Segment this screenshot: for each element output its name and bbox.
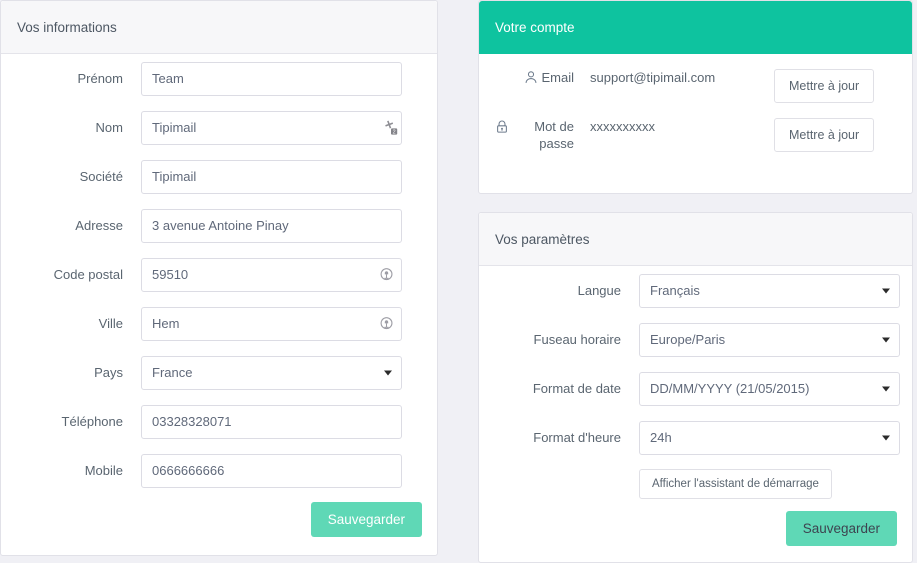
update-email-button[interactable]: Mettre à jour [774, 69, 875, 103]
chevron-down-icon [882, 288, 890, 293]
format-heure-select[interactable]: 24h [639, 420, 900, 455]
account-email-value: support@tipimail.com [590, 70, 716, 85]
update-password-button[interactable]: Mettre à jour [774, 118, 875, 152]
account-body: Email support@tipimail.com Mettre à jour [479, 54, 912, 152]
label-ville: Ville [98, 316, 123, 331]
langue-select-value[interactable]: Français [639, 273, 900, 308]
code-postal-input[interactable] [141, 257, 402, 292]
label-telephone: Téléphone [61, 414, 123, 429]
field-wrap-ville [141, 306, 402, 341]
chevron-down-icon [882, 337, 890, 342]
fuseau-horaire-select-value[interactable]: Europe/Paris [639, 322, 900, 357]
account-row-password: Mot de passe xxxxxxxxxx Mettre à jour [479, 103, 912, 152]
pays-select[interactable]: France [141, 355, 402, 390]
field-row-mobile: Mobile [1, 446, 437, 495]
settings-panel: Vos paramètres Langue Français Fuseau ho… [478, 212, 913, 563]
location-pin-icon[interactable] [378, 315, 395, 332]
field-row-code-postal: Code postal [1, 250, 437, 299]
label-prenom: Prénom [77, 71, 123, 86]
account-row-email: Email support@tipimail.com Mettre à jour [479, 54, 912, 103]
label-format-date: Format de date [532, 381, 621, 396]
location-pin-icon[interactable] [378, 266, 395, 283]
field-row-wizard: Afficher l'assistant de démarrage [479, 462, 912, 506]
societe-input[interactable] [141, 159, 402, 194]
field-wrap-telephone [141, 404, 402, 439]
save-settings-button[interactable]: Sauvegarder [785, 511, 897, 546]
label-fuseau-horaire: Fuseau horaire [533, 332, 621, 347]
field-row-prenom: Prénom [1, 54, 437, 103]
show-startup-wizard-button[interactable]: Afficher l'assistant de démarrage [639, 469, 832, 499]
field-row-format-heure: Format d'heure 24h [479, 413, 912, 462]
mobile-input[interactable] [141, 453, 402, 488]
field-row-fuseau-horaire: Fuseau horaire Europe/Paris [479, 315, 912, 364]
personal-information-panel: Vos informations Prénom Nom [0, 0, 438, 556]
format-date-select-value[interactable]: DD/MM/YYYY (21/05/2015) [639, 371, 900, 406]
label-code-postal: Code postal [53, 267, 123, 282]
field-row-nom: Nom 2 [1, 103, 437, 152]
account-label-password: Mot de passe [479, 118, 584, 152]
user-icon [526, 71, 537, 83]
field-row-langue: Langue Français [479, 266, 912, 315]
ville-input[interactable] [141, 306, 402, 341]
chevron-down-icon [882, 386, 890, 391]
field-wrap-societe [141, 159, 402, 194]
langue-select[interactable]: Français [639, 273, 900, 308]
format-heure-select-value[interactable]: 24h [639, 420, 900, 455]
label-pays: Pays [94, 365, 123, 380]
account-label-email: Email [479, 69, 584, 86]
svg-text:2: 2 [393, 129, 396, 135]
account-password-action: Mettre à jour [774, 118, 875, 152]
field-wrap-code-postal [141, 257, 402, 292]
settings-title: Vos paramètres [495, 231, 590, 247]
personal-information-body: Prénom Nom 2 [1, 54, 437, 537]
personal-information-actions: Sauvegarder [1, 502, 437, 537]
settings-page: Vos informations Prénom Nom [0, 0, 917, 563]
field-row-telephone: Téléphone [1, 397, 437, 446]
chevron-down-icon [384, 370, 392, 375]
nom-input[interactable] [141, 110, 402, 145]
settings-body: Langue Français Fuseau horaire Europe/Pa… [479, 266, 912, 546]
lock-icon [497, 120, 507, 133]
account-title: Votre compte [495, 19, 575, 35]
field-wrap-nom: 2 [141, 110, 402, 145]
account-panel: Votre compte Email support@tipimail.com … [478, 0, 913, 194]
personal-information-title: Vos informations [17, 19, 117, 35]
text-cursor-icon: 2 [385, 120, 398, 135]
label-adresse: Adresse [75, 218, 123, 233]
label-format-heure: Format d'heure [533, 430, 621, 445]
field-row-format-date: Format de date DD/MM/YYYY (21/05/2015) [479, 364, 912, 413]
format-date-select[interactable]: DD/MM/YYYY (21/05/2015) [639, 371, 900, 406]
telephone-input[interactable] [141, 404, 402, 439]
account-password-value: xxxxxxxxxx [590, 119, 655, 134]
account-header: Votre compte [479, 1, 912, 54]
field-row-adresse: Adresse [1, 201, 437, 250]
settings-actions: Sauvegarder [479, 511, 912, 546]
label-langue: Langue [577, 283, 621, 298]
account-email-action: Mettre à jour [774, 69, 875, 103]
personal-information-header: Vos informations [1, 1, 437, 54]
field-row-societe: Société [1, 152, 437, 201]
settings-header: Vos paramètres [479, 213, 912, 266]
field-wrap-prenom [141, 61, 402, 96]
fuseau-horaire-select[interactable]: Europe/Paris [639, 322, 900, 357]
field-wrap-adresse [141, 208, 402, 243]
label-mobile: Mobile [84, 463, 123, 478]
pays-select-value[interactable]: France [141, 355, 402, 390]
adresse-input[interactable] [141, 208, 402, 243]
save-personal-information-button[interactable]: Sauvegarder [310, 502, 422, 537]
account-label-password-text: Mot de passe [534, 119, 574, 151]
label-nom: Nom [95, 120, 123, 135]
label-societe: Société [79, 169, 123, 184]
field-row-ville: Ville [1, 299, 437, 348]
prenom-input[interactable] [141, 61, 402, 96]
field-wrap-mobile [141, 453, 402, 488]
account-label-email-text: Email [541, 70, 574, 85]
chevron-down-icon [882, 435, 890, 440]
field-row-pays: Pays France [1, 348, 437, 397]
